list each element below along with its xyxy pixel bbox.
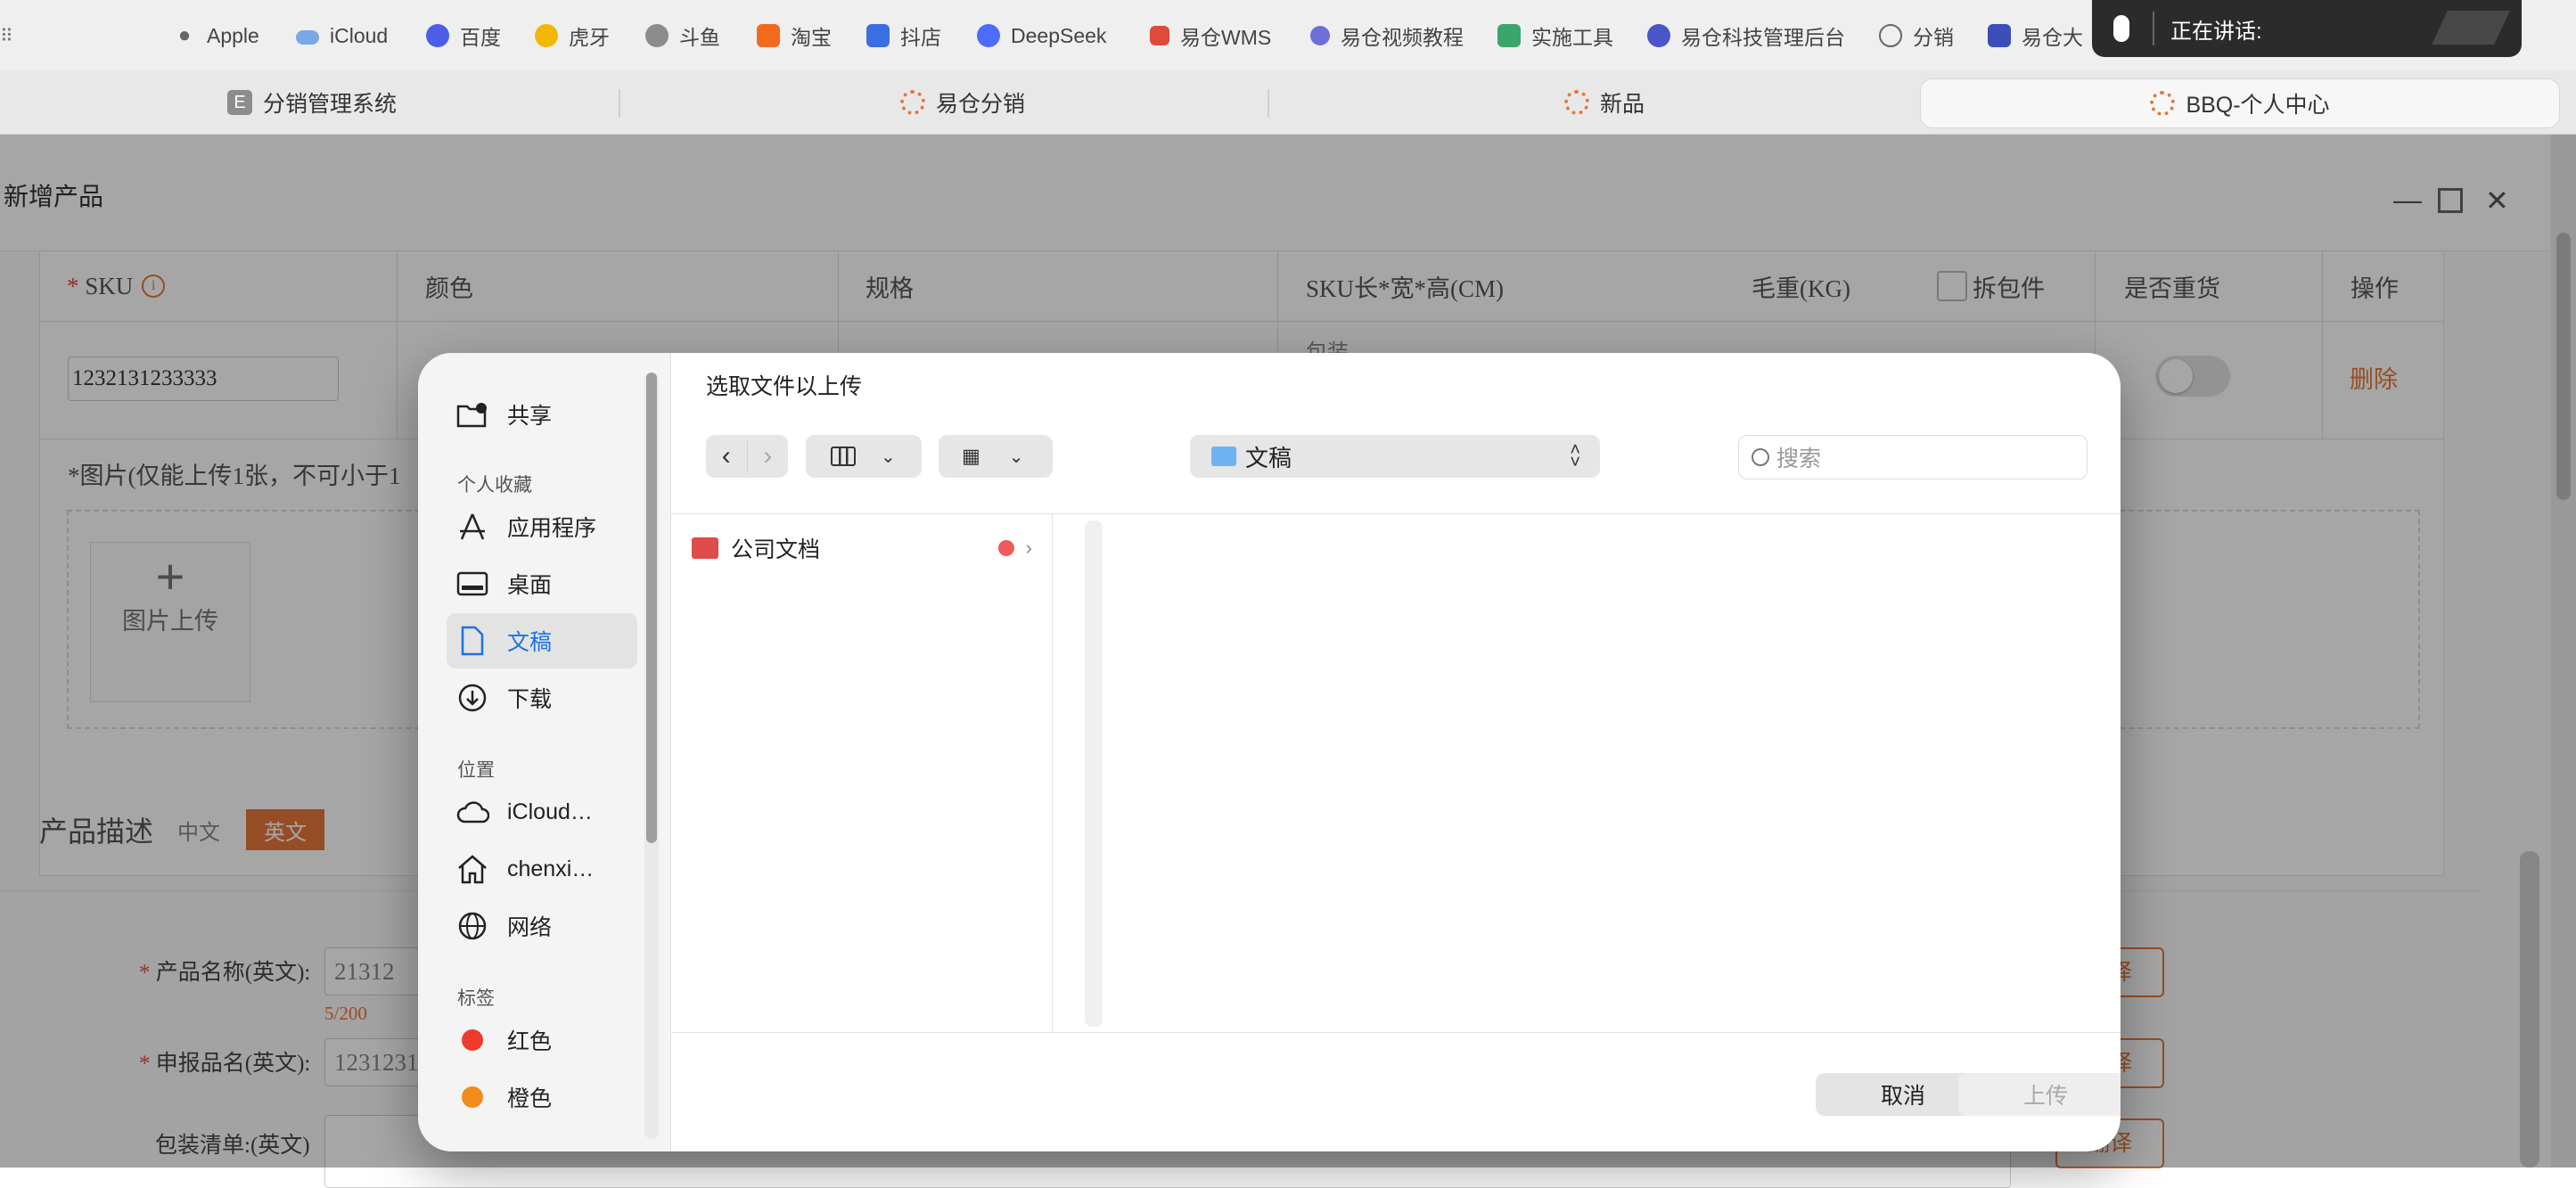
dialog-title: 选取文件以上传 [706, 374, 863, 399]
video-icon [1310, 26, 1330, 45]
tab-yicang-distribution[interactable]: 易仓分销 [731, 71, 1194, 134]
bookmark-tool[interactable]: 实施工具 [1497, 16, 1613, 55]
cloud-icon [296, 30, 319, 45]
orange-tag-dot [462, 1086, 483, 1108]
file-column: 公司文档 › [670, 514, 1053, 1032]
download-icon [455, 681, 489, 715]
tab-new-product[interactable]: 新品 [1373, 71, 1836, 134]
sidebar-item-tag-red[interactable]: 红色 [447, 1012, 637, 1068]
sidebar-scrollbar[interactable] [644, 373, 659, 1139]
location-popup[interactable]: 文稿 ˄ ˅ [1190, 435, 1600, 478]
divider [670, 1032, 2121, 1033]
bookmark-deepseek[interactable]: DeepSeek [977, 16, 1106, 55]
globe-icon [1879, 24, 1902, 47]
icloud-icon [455, 795, 489, 829]
upload-button[interactable]: 上传 [1958, 1073, 2121, 1116]
chevron-down-icon: ⌄ [1008, 447, 1024, 467]
columns-view-icon [831, 447, 856, 466]
gear-logo-icon [1563, 90, 1589, 115]
apps-grid-icon[interactable]: ⠿ [0, 25, 13, 47]
doudian-icon [866, 24, 890, 47]
network-icon [455, 909, 489, 943]
search-field[interactable]: 搜索 [1738, 435, 2088, 479]
scrollbar-thumb[interactable] [646, 373, 657, 843]
tag-dot-wrap [455, 1080, 489, 1114]
bookmark-video[interactable]: 易仓视频教程 [1310, 16, 1464, 55]
tab-separator [619, 89, 620, 118]
shared-folder-icon [455, 397, 489, 431]
speaking-indicator: 正在讲话: [2092, 0, 2522, 57]
admin-icon [1647, 24, 1670, 47]
bookmark-fenxiao[interactable]: 分销 [1879, 16, 1954, 55]
up-down-chevron-icon: ˄ ˅ [1570, 440, 1580, 472]
gear-logo-icon [899, 90, 925, 115]
forward-button[interactable]: › [746, 441, 789, 471]
sidebar-item-downloads[interactable]: 下载 [447, 670, 637, 725]
file-picker-dialog: 共享 个人收藏 应用程序 桌面 文稿 下载 位置 iCloud… chenxi… [418, 353, 2121, 1151]
sidebar-item-shared[interactable]: 共享 [447, 387, 637, 442]
sidebar-item-documents[interactable]: 文稿 [447, 613, 637, 668]
column-resize-handle[interactable] [1085, 520, 1103, 1027]
sidebar-item-network[interactable]: 网络 [447, 898, 637, 954]
gear-logo-icon [2150, 91, 2176, 116]
bookmark-yicang[interactable]: 易仓大 [1988, 16, 2083, 55]
group-options-button[interactable]: ▦ ⌄ [939, 435, 1053, 478]
microphone-icon [2113, 15, 2129, 42]
bookmark-doudian[interactable]: 抖店 [866, 16, 941, 55]
logo-icon [2432, 11, 2510, 45]
bookmark-wms[interactable]: 易仓WMS [1150, 16, 1271, 55]
tag-dot-wrap [455, 1023, 489, 1057]
applications-icon [455, 510, 489, 544]
desktop-icon [455, 567, 489, 601]
bookmark-admin[interactable]: 易仓科技管理后台 [1647, 16, 1845, 55]
sidebar-item-tag-orange[interactable]: 橙色 [447, 1069, 637, 1125]
douyu-icon [645, 24, 669, 47]
nav-buttons: ‹ › [706, 435, 788, 478]
sidebar-item-desktop[interactable]: 桌面 [447, 556, 637, 611]
divider [2153, 12, 2154, 45]
locations-header: 位置 [457, 760, 495, 781]
tab-separator [1267, 89, 1269, 118]
search-icon [1752, 448, 1769, 466]
e-logo-icon: E [226, 90, 252, 115]
red-folder-icon [692, 537, 718, 559]
dialog-sidebar: 共享 个人收藏 应用程序 桌面 文稿 下载 位置 iCloud… chenxi… [418, 353, 671, 1151]
document-icon [455, 624, 489, 658]
sidebar-item-icloud[interactable]: iCloud… [447, 784, 637, 840]
back-button[interactable]: ‹ [706, 441, 747, 471]
view-mode-columns-button[interactable]: ⌄ [806, 435, 922, 478]
chevron-right-icon: › [1025, 537, 1032, 559]
apple-icon: ● [177, 23, 192, 47]
tab-distribution-system[interactable]: E 分销管理系统 [80, 71, 544, 134]
tab-bar: E 分销管理系统 易仓分销 新品 BBQ-个人中心 [0, 71, 2576, 135]
bookmark-huya[interactable]: 虎牙 [535, 16, 610, 55]
sidebar-item-applications[interactable]: 应用程序 [447, 499, 637, 554]
file-item-folder[interactable]: 公司文档 › [692, 530, 1039, 566]
red-tag-dot [462, 1029, 483, 1051]
favorites-header: 个人收藏 [457, 475, 532, 496]
red-tag-dot [998, 540, 1014, 556]
bookmark-icloud[interactable]: iCloud [296, 16, 388, 55]
tools-icon [1988, 24, 2011, 47]
bookmark-apple[interactable]: ● Apple [173, 16, 259, 55]
home-icon [455, 852, 489, 886]
bookmark-baidu[interactable]: 百度 [426, 16, 501, 55]
taobao-icon [757, 24, 780, 47]
tab-bbq-personal-center[interactable]: BBQ-个人中心 [1920, 78, 2560, 128]
wms-icon [1150, 26, 1169, 45]
tags-header: 标签 [457, 988, 495, 1009]
deepseek-icon [977, 24, 1000, 47]
huya-icon [535, 24, 558, 47]
speaking-label: 正在讲话: [2170, 19, 2262, 44]
sidebar-item-home[interactable]: chenxi… [447, 841, 637, 897]
bookmark-taobao[interactable]: 淘宝 [757, 16, 832, 55]
tool-icon [1497, 24, 1521, 47]
grid-view-icon: ▦ [962, 445, 980, 467]
folder-icon [1211, 447, 1236, 466]
bookmark-douyu[interactable]: 斗鱼 [645, 16, 720, 55]
chevron-down-icon: ⌄ [881, 447, 896, 467]
baidu-icon [426, 24, 449, 47]
